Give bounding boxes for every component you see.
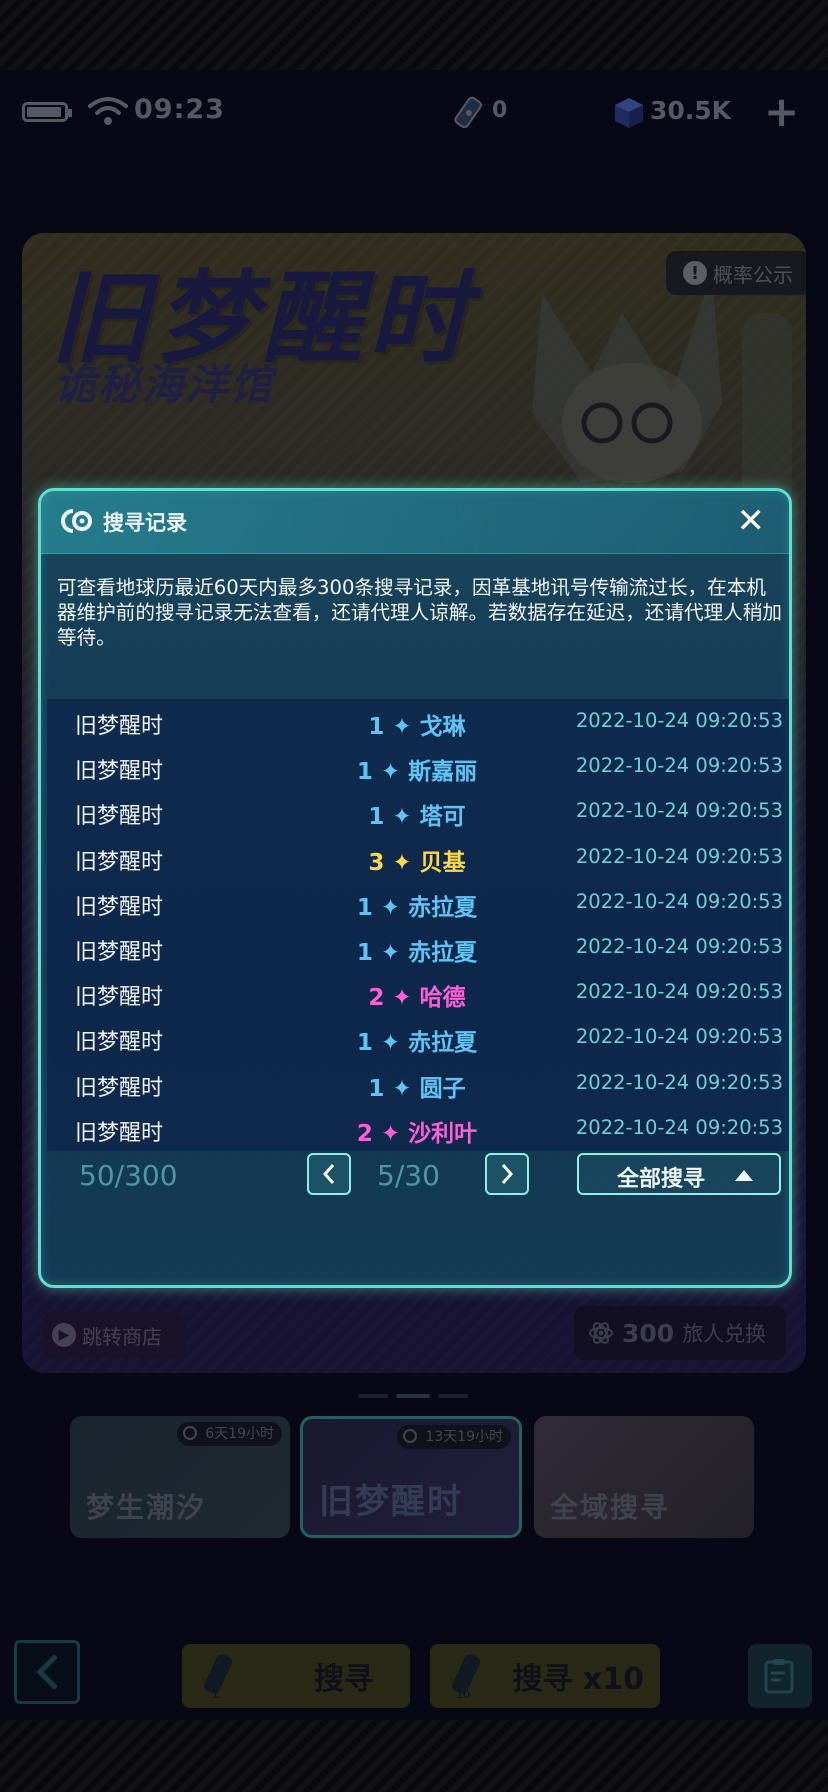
record-item: 2 ✦ 沙利叶 bbox=[267, 1114, 567, 1148]
records-notice: 可查看地球历最近60天内最多300条搜寻记录，因革基地讯号传输流过长，在本机器维… bbox=[57, 576, 782, 649]
page-indicator: 5/30 bbox=[377, 1159, 440, 1192]
record-star: 2 bbox=[356, 1120, 373, 1147]
next-page-button[interactable] bbox=[485, 1153, 529, 1195]
record-item: 1 ✦ 圆子 bbox=[267, 1069, 567, 1103]
star-icon: ✦ bbox=[384, 849, 420, 876]
record-pool: 旧梦醒时 bbox=[75, 1075, 164, 1101]
record-name: 戈琳 bbox=[419, 714, 466, 740]
screen: 09:23 0 30.5K + 旧梦醒时 诡秘海洋馆 ! 概率公示 ▶ 跳转商店… bbox=[0, 0, 828, 1792]
search-records-dialog: 搜寻记录 ✕ 可查看地球历最近60天内最多300条搜寻记录，因革基地讯号传输流过… bbox=[38, 488, 792, 1288]
records-logo-icon bbox=[61, 509, 92, 533]
dialog-header: 搜寻记录 ✕ bbox=[41, 491, 789, 554]
record-item: 2 ✦ 哈德 bbox=[267, 978, 567, 1012]
record-time: 2022-10-24 09:20:53 bbox=[575, 1115, 783, 1139]
record-star: 1 bbox=[368, 804, 385, 831]
top-band bbox=[0, 0, 828, 70]
record-pool: 旧梦醒时 bbox=[75, 1030, 164, 1056]
record-star: 3 bbox=[368, 849, 385, 876]
record-name: 哈德 bbox=[419, 985, 466, 1012]
star-icon: ✦ bbox=[384, 714, 420, 740]
record-row: 旧梦醒时 1 ✦ 赤拉夏 2022-10-24 09:20:53 bbox=[47, 927, 789, 972]
record-item: 1 ✦ 戈琳 bbox=[267, 707, 567, 741]
record-row: 旧梦醒时 1 ✦ 斯嘉丽 2022-10-24 09:20:53 bbox=[47, 746, 789, 791]
record-row: 旧梦醒时 1 ✦ 塔可 2022-10-24 09:20:53 bbox=[47, 791, 789, 836]
record-pool: 旧梦醒时 bbox=[75, 804, 164, 830]
star-icon: ✦ bbox=[372, 1120, 409, 1147]
record-item: 1 ✦ 塔可 bbox=[267, 797, 567, 831]
record-name: 圆子 bbox=[419, 1075, 466, 1102]
record-star: 1 bbox=[356, 940, 373, 966]
record-item: 1 ✦ 赤拉夏 bbox=[267, 1023, 567, 1057]
close-icon[interactable]: ✕ bbox=[737, 501, 766, 541]
dialog-title: 搜寻记录 bbox=[103, 511, 187, 535]
record-time: 2022-10-24 09:20:53 bbox=[575, 799, 783, 823]
record-name: 斯嘉丽 bbox=[408, 759, 478, 786]
star-icon: ✦ bbox=[384, 804, 420, 831]
record-time: 2022-10-24 09:20:53 bbox=[575, 709, 783, 732]
record-pool: 旧梦醒时 bbox=[75, 985, 164, 1011]
record-star: 1 bbox=[356, 759, 373, 786]
record-star: 1 bbox=[356, 1030, 373, 1057]
star-icon: ✦ bbox=[372, 1030, 409, 1057]
star-icon: ✦ bbox=[384, 1075, 420, 1102]
record-star: 1 bbox=[356, 894, 373, 921]
record-row: 旧梦醒时 1 ✦ 圆子 2022-10-24 09:20:53 bbox=[47, 1063, 789, 1108]
star-icon: ✦ bbox=[384, 985, 420, 1012]
record-time: 2022-10-24 09:20:53 bbox=[575, 889, 783, 913]
record-row: 旧梦醒时 2 ✦ 哈德 2022-10-24 09:20:53 bbox=[47, 972, 789, 1017]
record-name: 塔可 bbox=[419, 804, 466, 831]
star-icon: ✦ bbox=[372, 940, 409, 966]
record-name: 沙利叶 bbox=[408, 1120, 478, 1147]
record-pool: 旧梦醒时 bbox=[75, 714, 164, 739]
record-row: 旧梦醒时 2 ✦ 沙利叶 2022-10-24 09:20:53 bbox=[47, 1108, 789, 1153]
record-time: 2022-10-24 09:20:53 bbox=[575, 754, 783, 778]
record-star: 1 bbox=[368, 1075, 385, 1102]
record-time: 2022-10-24 09:20:53 bbox=[575, 1070, 783, 1094]
record-pool: 旧梦醒时 bbox=[75, 759, 164, 785]
record-star: 2 bbox=[368, 985, 385, 1012]
record-row: 旧梦醒时 1 ✦ 赤拉夏 2022-10-24 09:20:53 bbox=[47, 882, 789, 927]
record-name: 赤拉夏 bbox=[408, 894, 478, 921]
record-pool: 旧梦醒时 bbox=[75, 894, 164, 920]
record-row: 旧梦醒时 1 ✦ 赤拉夏 2022-10-24 09:20:53 bbox=[47, 1017, 789, 1062]
pool-filter-dropdown[interactable]: 全部搜寻 bbox=[577, 1153, 781, 1195]
record-star: 1 bbox=[368, 714, 385, 740]
record-row: 旧梦醒时 3 ✦ 贝基 2022-10-24 09:20:53 bbox=[47, 837, 789, 882]
chevron-right-icon bbox=[501, 1164, 514, 1184]
records-count: 50/300 bbox=[79, 1159, 178, 1192]
previous-page-button[interactable] bbox=[307, 1153, 351, 1195]
record-row: 旧梦醒时 1 ✦ 戈琳 2022-10-24 09:20:53 bbox=[47, 701, 789, 746]
record-name: 赤拉夏 bbox=[408, 940, 478, 966]
record-item: 1 ✦ 斯嘉丽 bbox=[267, 752, 567, 786]
record-time: 2022-10-24 09:20:53 bbox=[575, 980, 783, 1004]
record-pool: 旧梦醒时 bbox=[75, 1120, 164, 1146]
record-pool: 旧梦醒时 bbox=[75, 940, 164, 965]
caret-up-icon bbox=[735, 1170, 753, 1181]
record-name: 贝基 bbox=[419, 849, 466, 876]
record-name: 赤拉夏 bbox=[408, 1030, 478, 1057]
record-item: 1 ✦ 赤拉夏 bbox=[267, 888, 567, 922]
records-table: 旧梦醒时 1 ✦ 戈琳 2022-10-24 09:20:53 旧梦醒时 1 ✦ 斯嘉丽… bbox=[47, 699, 789, 1151]
record-item: 3 ✦ 贝基 bbox=[267, 843, 567, 877]
filter-label: 全部搜寻 bbox=[617, 1167, 706, 1192]
star-icon: ✦ bbox=[372, 759, 409, 786]
record-pool: 旧梦醒时 bbox=[75, 849, 164, 875]
bottom-band bbox=[0, 1720, 828, 1792]
star-icon: ✦ bbox=[372, 894, 409, 921]
record-item: 1 ✦ 赤拉夏 bbox=[267, 933, 567, 967]
chevron-left-icon bbox=[322, 1164, 335, 1184]
record-time: 2022-10-24 09:20:53 bbox=[575, 844, 783, 868]
record-time: 2022-10-24 09:20:53 bbox=[575, 1025, 783, 1049]
record-time: 2022-10-24 09:20:53 bbox=[575, 935, 783, 958]
